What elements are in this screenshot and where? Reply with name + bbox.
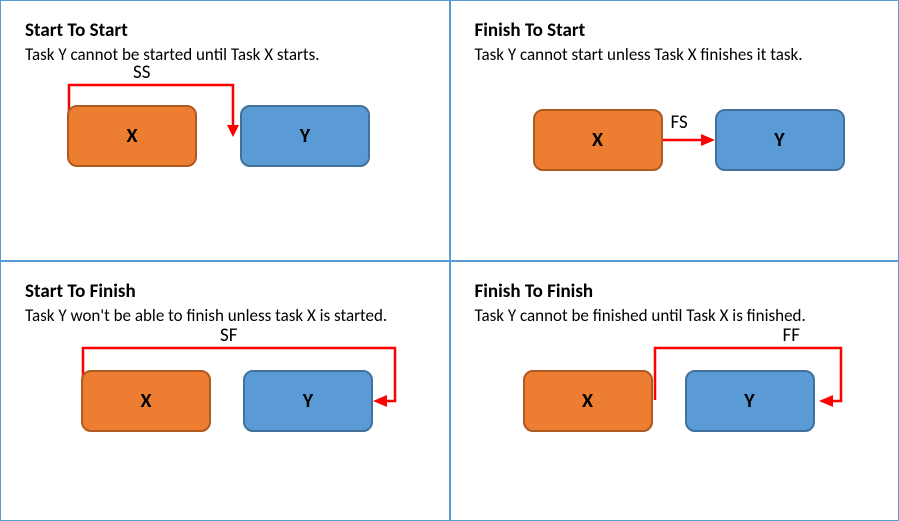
task-y-label: Y xyxy=(774,128,784,152)
panel-title: Finish To Start xyxy=(475,19,875,42)
task-y-label: Y xyxy=(303,389,313,413)
diagram-ff: FF X Y xyxy=(475,338,875,478)
task-x-box: X xyxy=(81,370,211,432)
panel-desc: Task Y cannot be finished until Task X i… xyxy=(475,305,875,326)
task-y-label: Y xyxy=(744,389,754,413)
task-y-box: Y xyxy=(243,370,373,432)
panel-desc: Task Y cannot be started until Task X st… xyxy=(25,44,425,65)
panel-start-to-finish: Start To Finish Task Y won't be able to … xyxy=(0,261,450,521)
diagram-sf: SF X Y xyxy=(25,338,425,478)
task-x-box: X xyxy=(67,105,197,167)
task-y-box: Y xyxy=(685,370,815,432)
arrow-label-fs: FS xyxy=(671,111,688,134)
panel-finish-to-finish: Finish To Finish Task Y cannot be finish… xyxy=(450,261,899,521)
task-y-box: Y xyxy=(715,109,845,171)
diagram-fs: X Y FS xyxy=(475,77,875,217)
arrow-label-sf: SF xyxy=(220,324,237,347)
panel-desc: Task Y won't be able to finish unless ta… xyxy=(25,305,425,326)
task-y-box: Y xyxy=(240,105,370,167)
task-x-label: X xyxy=(582,389,593,413)
arrow-label-ss: SS xyxy=(133,61,150,84)
task-x-box: X xyxy=(533,109,663,171)
task-x-label: X xyxy=(592,128,603,152)
task-x-label: X xyxy=(126,124,137,148)
arrow-label-ff: FF xyxy=(783,324,800,347)
task-x-box: X xyxy=(523,370,653,432)
task-x-label: X xyxy=(140,389,151,413)
panel-finish-to-start: Finish To Start Task Y cannot start unle… xyxy=(450,0,899,261)
dependency-grid: Start To Start Task Y cannot be started … xyxy=(0,0,899,521)
panel-title: Start To Finish xyxy=(25,280,425,303)
panel-title: Finish To Finish xyxy=(475,280,875,303)
panel-desc: Task Y cannot start unless Task X finish… xyxy=(475,44,875,65)
panel-title: Start To Start xyxy=(25,19,425,42)
task-y-label: Y xyxy=(300,124,310,148)
diagram-ss: SS X Y xyxy=(25,77,425,217)
panel-start-to-start: Start To Start Task Y cannot be started … xyxy=(0,0,450,261)
